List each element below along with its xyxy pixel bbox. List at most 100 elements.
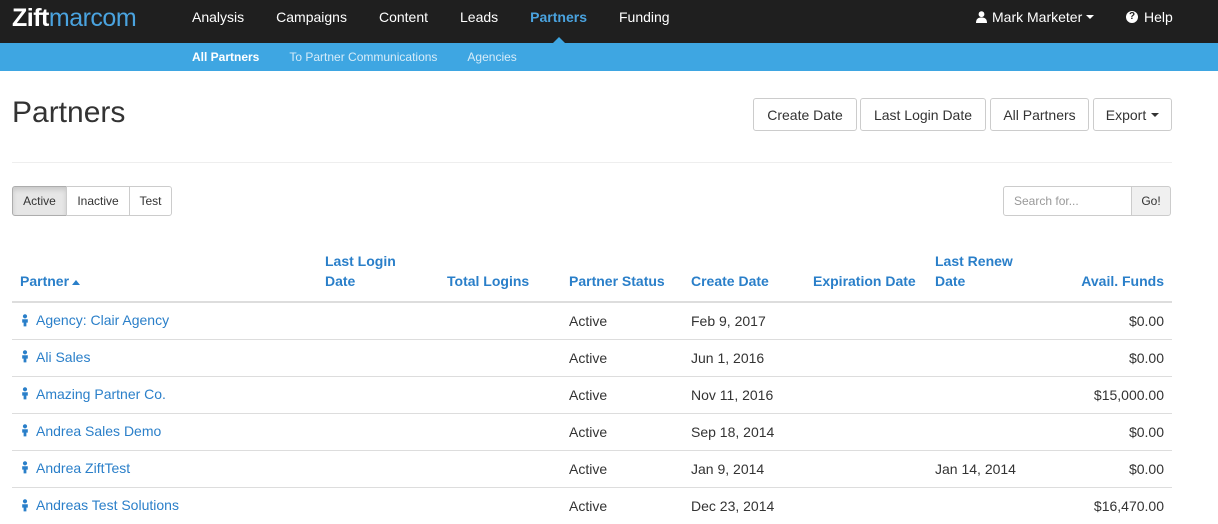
header-divider (12, 162, 1172, 163)
cell-total-logins (439, 338, 561, 376)
cell-partner: Agency: Clair Agency (12, 302, 317, 339)
user-menu[interactable]: Mark Marketer (976, 0, 1095, 34)
partner-person-icon (22, 350, 28, 363)
column-header-total-logins[interactable]: Total Logins (439, 247, 561, 303)
help-link[interactable]: ? Help (1126, 0, 1173, 34)
partner-name: Andrea ZiftTest (36, 459, 131, 476)
search-go-button[interactable]: Go! (1131, 186, 1171, 216)
partner-link[interactable]: Agency: Clair Agency (20, 312, 169, 328)
filter-inactive-button[interactable]: Inactive (66, 186, 130, 216)
partner-link[interactable]: Andrea Sales Demo (20, 423, 161, 439)
nav-item-leads[interactable]: Leads (444, 0, 514, 43)
cell-avail-funds: $15,000.00 (1049, 375, 1172, 413)
main-nav: Analysis Campaigns Content Leads Partner… (176, 0, 686, 43)
cell-last-login (317, 412, 439, 450)
column-header-partner[interactable]: Partner (12, 247, 317, 303)
column-header-partner-label: Partner (20, 273, 70, 289)
last-login-date-button-label: Last Login Date (873, 106, 973, 123)
partner-person-icon (22, 424, 28, 437)
nav-item-content[interactable]: Content (363, 0, 444, 43)
cell-total-logins (439, 486, 561, 524)
column-header-last-renew-date[interactable]: Last Renew Date (927, 247, 1049, 303)
cell-avail-funds: $0.00 (1049, 449, 1172, 487)
subnav-item-agencies[interactable]: Agencies (452, 43, 531, 72)
nav-item-funding[interactable]: Funding (603, 0, 686, 43)
ziftmarcom-logo[interactable]: Ziftmarcom (12, 3, 137, 33)
table-row: Amazing Partner Co. Active Nov 11, 2016 … (12, 375, 1172, 413)
column-header-expiration-date[interactable]: Expiration Date (805, 247, 927, 303)
column-header-create-date-label: Create Date (691, 273, 769, 289)
partner-name: Agency: Clair Agency (36, 312, 170, 328)
table-row: Andreas Test Solutions Active Dec 23, 20… (12, 486, 1172, 524)
cell-last-login (317, 338, 439, 376)
column-header-last-login-date[interactable]: Last Login Date (317, 247, 439, 303)
sort-ascending-icon (72, 279, 81, 285)
export-button-label: Export (1105, 106, 1147, 123)
column-header-last-renew-line2: Date (935, 273, 966, 289)
cell-total-logins (439, 449, 561, 487)
filter-test-button[interactable]: Test (129, 186, 172, 216)
partner-link[interactable]: Andrea ZiftTest (20, 460, 130, 476)
cell-last-login (317, 486, 439, 524)
cell-total-logins (439, 412, 561, 450)
cell-last-renew-date (927, 338, 1049, 376)
partner-person-icon (22, 498, 28, 511)
table-row: Ali Sales Active Jun 1, 2016 $0.00 (12, 338, 1172, 376)
logo-bold-text: Zift (12, 4, 49, 32)
cell-avail-funds: $0.00 (1049, 338, 1172, 376)
partner-link[interactable]: Andreas Test Solutions (20, 497, 179, 513)
caret-down-icon (1086, 15, 1095, 19)
cell-status: Active (561, 449, 683, 487)
cell-partner: Amazing Partner Co. (12, 375, 317, 413)
cell-last-renew-date (927, 486, 1049, 524)
partner-link[interactable]: Amazing Partner Co. (20, 386, 166, 402)
search-input[interactable] (1003, 186, 1132, 216)
cell-last-renew-date (927, 302, 1049, 339)
last-login-date-button[interactable]: Last Login Date (860, 98, 986, 131)
filter-active-button[interactable]: Active (12, 186, 67, 216)
cell-expiration-date (805, 486, 927, 524)
caret-down-icon (1151, 112, 1160, 117)
cell-last-renew-date (927, 412, 1049, 450)
cell-avail-funds: $0.00 (1049, 412, 1172, 450)
cell-create-date: Jan 9, 2014 (683, 449, 805, 487)
nav-item-analysis[interactable]: Analysis (176, 0, 260, 43)
cell-create-date: Sep 18, 2014 (683, 412, 805, 450)
cell-partner: Andreas Test Solutions (12, 486, 317, 524)
cell-status: Active (561, 412, 683, 450)
cell-last-renew-date: Jan 14, 2014 (927, 449, 1049, 487)
cell-create-date: Feb 9, 2017 (691, 312, 766, 329)
top-navbar: Ziftmarcom Analysis Campaigns Content Le… (0, 0, 1218, 43)
cell-last-login (317, 449, 439, 487)
cell-partner: Ali Sales (12, 338, 317, 376)
partner-name: Amazing Partner Co. (36, 385, 166, 402)
subnav-item-partner-communications[interactable]: To Partner Communications (274, 43, 452, 72)
create-date-button-label: Create Date (767, 106, 843, 123)
cell-avail-funds: $16,470.00 (1049, 486, 1172, 524)
cell-create-date: Jun 1, 2016 (683, 338, 805, 376)
sub-navbar: All Partners To Partner Communications A… (0, 43, 1218, 71)
cell-expiration-date (805, 412, 927, 450)
partner-link[interactable]: Ali Sales (20, 349, 90, 365)
partner-person-icon (22, 387, 28, 400)
partner-person-icon (22, 313, 28, 326)
cell-total-logins (439, 375, 561, 413)
nav-item-partners[interactable]: Partners (514, 0, 603, 43)
column-header-last-login-line1: Last Login (325, 253, 396, 269)
column-header-avail-funds[interactable]: Avail. Funds (1049, 247, 1172, 303)
create-date-button[interactable]: Create Date (753, 98, 857, 131)
nav-item-campaigns[interactable]: Campaigns (260, 0, 363, 43)
column-header-avail-funds-label: Avail. Funds (1081, 273, 1164, 289)
column-header-create-date[interactable]: Create Date (683, 247, 805, 303)
column-header-partner-status[interactable]: Partner Status (561, 247, 683, 303)
page-title: Partners (12, 96, 126, 129)
cell-last-renew-date (927, 375, 1049, 413)
all-partners-button-label: All Partners (1003, 106, 1076, 123)
subnav-item-all-partners[interactable]: All Partners (177, 43, 274, 72)
cell-status: Active (569, 312, 608, 329)
cell-status: Active (561, 338, 683, 376)
all-partners-button[interactable]: All Partners (990, 98, 1089, 131)
export-dropdown-button[interactable]: Export (1093, 98, 1172, 131)
cell-expiration-date (805, 449, 927, 487)
partner-name: Andreas Test Solutions (36, 497, 179, 513)
